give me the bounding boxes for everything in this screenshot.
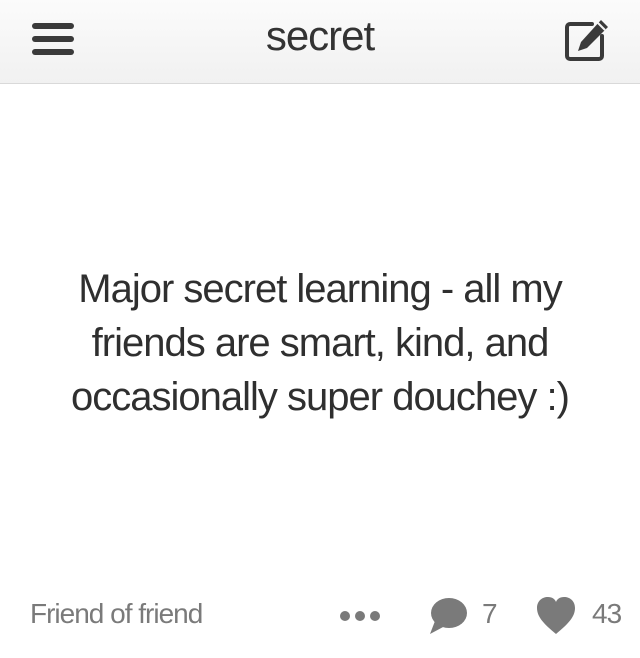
page-title: secret — [265, 12, 375, 59]
more-options-button[interactable] — [338, 608, 382, 624]
heart-icon — [537, 597, 575, 634]
comment-count: 7 — [482, 598, 498, 629]
like-button[interactable]: 43 — [534, 594, 630, 638]
secret-app-screen: secret Major secret learning - all my fr… — [0, 0, 640, 658]
secret-message: Major secret learning - all my friends a… — [71, 267, 570, 419]
post-source-label: Friend of friend — [30, 598, 203, 629]
speech-bubble-icon — [430, 598, 467, 634]
post-footer: Friend of friend 7 43 — [0, 584, 640, 648]
like-count: 43 — [592, 598, 622, 629]
comment-button[interactable]: 7 — [426, 594, 512, 638]
top-bar: secret — [0, 0, 640, 84]
compose-button[interactable] — [562, 16, 610, 64]
compose-edit-icon — [565, 20, 608, 61]
